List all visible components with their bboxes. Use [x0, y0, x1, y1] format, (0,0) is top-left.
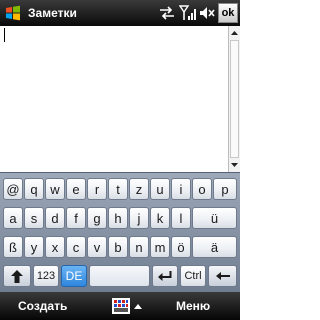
signal-status[interactable] [178, 0, 198, 26]
start-button[interactable] [0, 0, 26, 26]
shift-icon [11, 269, 23, 283]
key-d[interactable]: d [45, 207, 65, 229]
onscreen-keyboard: @ q w e r t z u i o p a s d f g h j k l … [0, 172, 240, 292]
key-y[interactable]: y [24, 236, 44, 258]
key-u[interactable]: u [150, 178, 170, 200]
language-key[interactable]: DE [61, 265, 87, 287]
backspace-key[interactable] [208, 265, 237, 287]
title-bar: Заметки ok [0, 0, 240, 26]
enter-key[interactable] [152, 265, 178, 287]
key-x[interactable]: x [45, 236, 65, 258]
key-o-umlaut[interactable]: ö [171, 236, 191, 258]
note-text-area[interactable] [0, 26, 228, 172]
scroll-up-icon [231, 31, 238, 35]
caret-up-icon [134, 303, 142, 309]
key-p[interactable]: p [213, 178, 237, 200]
scroll-down-button[interactable] [229, 159, 240, 171]
key-a[interactable]: a [3, 207, 23, 229]
keyboard-input-icon [112, 298, 130, 314]
key-v[interactable]: v [87, 236, 107, 258]
key-q[interactable]: q [24, 178, 44, 200]
softkey-new[interactable]: Создать [18, 299, 67, 313]
key-at[interactable]: @ [3, 178, 23, 200]
scrollbar-thumb[interactable] [230, 40, 239, 158]
key-e[interactable]: e [66, 178, 86, 200]
input-panel-toggle[interactable] [112, 296, 142, 316]
key-u-umlaut[interactable]: ü [192, 207, 237, 229]
shift-key[interactable] [3, 265, 31, 287]
scroll-up-button[interactable] [229, 27, 240, 39]
ok-button[interactable]: ok [218, 3, 238, 23]
app-title: Заметки [28, 6, 77, 20]
volume-status[interactable] [198, 0, 216, 26]
key-j[interactable]: j [129, 207, 149, 229]
key-n[interactable]: n [129, 236, 149, 258]
key-h[interactable]: h [108, 207, 128, 229]
key-k[interactable]: k [150, 207, 170, 229]
vertical-scrollbar[interactable] [228, 26, 240, 172]
key-z[interactable]: z [129, 178, 149, 200]
space-key[interactable] [89, 265, 150, 287]
data-sync-status[interactable] [156, 0, 178, 26]
key-t[interactable]: t [108, 178, 128, 200]
key-f[interactable]: f [66, 207, 86, 229]
key-m[interactable]: m [150, 236, 170, 258]
key-o[interactable]: o [192, 178, 212, 200]
key-s[interactable]: s [24, 207, 44, 229]
numbers-key[interactable]: 123 [33, 265, 59, 287]
windows-start-icon [6, 5, 20, 21]
key-b[interactable]: b [108, 236, 128, 258]
key-g[interactable]: g [87, 207, 107, 229]
key-w[interactable]: w [45, 178, 65, 200]
key-r[interactable]: r [87, 178, 107, 200]
scroll-down-icon [231, 163, 238, 167]
key-eszett[interactable]: ß [3, 236, 23, 258]
softkey-menu[interactable]: Меню [176, 299, 210, 313]
data-sync-icon [160, 6, 174, 20]
volume-mute-icon [200, 7, 215, 19]
key-l[interactable]: l [171, 207, 191, 229]
signal-icon [179, 5, 196, 20]
softkey-bar: Создать Меню [0, 292, 240, 320]
ctrl-key[interactable]: Ctrl [180, 265, 206, 287]
enter-icon [158, 270, 172, 281]
text-caret [4, 28, 5, 42]
key-c[interactable]: c [66, 236, 86, 258]
key-i[interactable]: i [171, 178, 191, 200]
backspace-icon [215, 272, 230, 280]
key-a-umlaut[interactable]: ä [192, 236, 237, 258]
